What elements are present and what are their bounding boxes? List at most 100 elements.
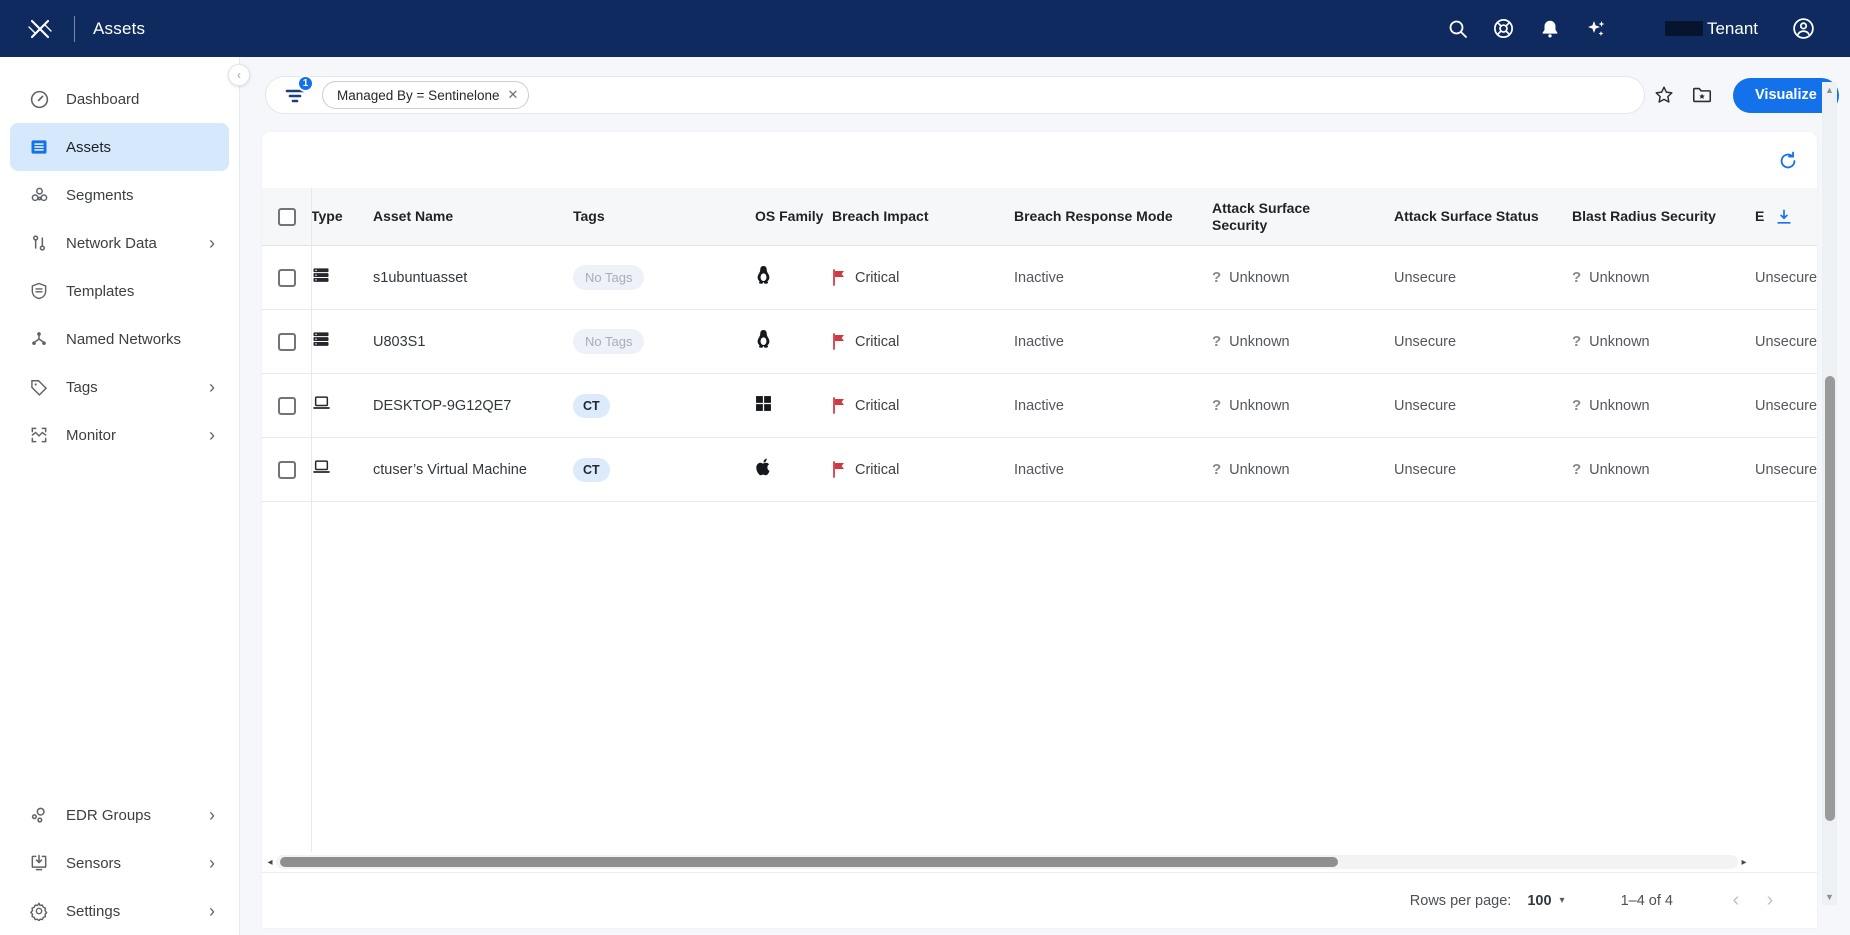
column-header-blast-radius-security[interactable]: Blast Radius Security: [1572, 208, 1755, 225]
scroll-down-arrow-icon[interactable]: ▼: [1822, 889, 1837, 905]
chip-close-icon[interactable]: ✕: [508, 87, 519, 103]
refresh-icon[interactable]: [1777, 150, 1799, 172]
table-header-row: Type Asset Name Tags OS Family Breach Im…: [262, 188, 1817, 246]
row-checkbox[interactable]: [278, 269, 296, 287]
filter-chip[interactable]: Managed By = Sentinelone ✕: [322, 81, 529, 109]
app-window: Assets: [0, 0, 1850, 935]
question-mark-icon: ?: [1212, 461, 1221, 478]
attack-surface-status-cell: Unsecure: [1394, 270, 1456, 286]
table-row[interactable]: s1ubuntuasset No Tags Critical Inactive …: [262, 246, 1817, 310]
linux-os-icon: [755, 329, 772, 354]
chevron-right-icon: ›: [209, 426, 215, 444]
column-header-breach-response-mode[interactable]: Breach Response Mode: [1014, 208, 1212, 225]
server-icon: [311, 265, 331, 290]
export-download-icon[interactable]: [1774, 207, 1794, 227]
column-header-tags[interactable]: Tags: [573, 208, 755, 225]
select-all-checkbox[interactable]: [278, 208, 296, 226]
question-mark-icon: ?: [1212, 333, 1221, 350]
sidebar-item-segments[interactable]: Segments: [10, 171, 229, 219]
sidebar-item-dashboard[interactable]: Dashboard: [10, 75, 229, 123]
tenant-label[interactable]: Tenant: [1707, 19, 1758, 39]
saved-filters-folder-icon[interactable]: [1683, 76, 1721, 114]
sidebar-item-settings[interactable]: Settings ›: [10, 887, 229, 935]
pagination-bar: Rows per page: 100 ▾ 1–4 of 4 ‹ ›: [262, 872, 1817, 928]
sidebar-item-templates[interactable]: Templates: [10, 267, 229, 315]
scroll-right-arrow-icon[interactable]: ▸: [1738, 857, 1750, 868]
page-title: Assets: [93, 19, 145, 39]
topbar-divider: [74, 16, 75, 42]
sidebar-item-edr-groups[interactable]: EDR Groups ›: [10, 791, 229, 839]
clipped-status-cell: Unsecure: [1755, 398, 1817, 414]
chevron-right-icon: ›: [209, 234, 215, 252]
column-header-breach-impact[interactable]: Breach Impact: [832, 208, 1014, 225]
sidebar-item-named-networks[interactable]: Named Networks: [10, 315, 229, 363]
sidebar-item-label: Tags: [66, 379, 209, 396]
laptop-icon: [311, 393, 332, 418]
column-header-clipped[interactable]: E: [1755, 207, 1817, 227]
asset-name[interactable]: s1ubuntuasset: [373, 270, 467, 286]
table-row[interactable]: U803S1 No Tags Critical Inactive ?Unknow…: [262, 310, 1817, 374]
brand-logo-icon[interactable]: [22, 11, 58, 47]
sidebar-item-network-data[interactable]: Network Data ›: [10, 219, 229, 267]
linux-os-icon: [755, 265, 772, 290]
breach-impact-cell: Critical: [832, 461, 1014, 478]
asset-name[interactable]: DESKTOP-9G12QE7: [373, 398, 511, 414]
filter-funnel-icon[interactable]: 1: [282, 82, 308, 108]
attack-surface-status-cell: Unsecure: [1394, 398, 1456, 414]
help-lifebuoy-icon[interactable]: [1481, 9, 1527, 49]
column-header-attack-surface-status[interactable]: Attack Surface Status: [1394, 208, 1572, 225]
star-icon[interactable]: [1645, 76, 1683, 114]
network-data-icon: [28, 232, 50, 254]
sidebar-item-label: Templates: [66, 283, 215, 300]
sidebar-item-label: Settings: [66, 903, 209, 920]
table-row[interactable]: DESKTOP-9G12QE7 CT Critical Inactive ?Un…: [262, 374, 1817, 438]
edr-groups-icon: [28, 804, 50, 826]
horizontal-scrollbar-track[interactable]: [276, 855, 1738, 869]
asset-name[interactable]: ctuser’s Virtual Machine: [373, 462, 527, 478]
horizontal-scrollbar[interactable]: ◂ ▸: [264, 854, 1750, 870]
ai-sparkles-icon[interactable]: [1573, 9, 1619, 49]
assets-icon: [28, 136, 50, 158]
next-page-button[interactable]: ›: [1753, 889, 1787, 912]
no-tags-badge: No Tags: [573, 329, 644, 354]
search-icon[interactable]: [1435, 9, 1481, 49]
sidebar-collapse-button[interactable]: ‹: [228, 64, 250, 86]
column-header-os-family[interactable]: OS Family: [755, 208, 832, 225]
vertical-scrollbar-thumb[interactable]: [1825, 376, 1835, 821]
asset-name[interactable]: U803S1: [373, 334, 425, 350]
critical-flag-icon: [832, 269, 847, 286]
horizontal-scrollbar-thumb[interactable]: [280, 857, 1338, 867]
sidebar-item-sensors[interactable]: Sensors ›: [10, 839, 229, 887]
question-mark-icon: ?: [1212, 397, 1221, 414]
row-checkbox[interactable]: [278, 333, 296, 351]
question-mark-icon: ?: [1572, 333, 1581, 350]
sidebar-item-label: Assets: [66, 139, 215, 156]
filter-chip-label: Managed By = Sentinelone: [337, 88, 500, 103]
scroll-up-arrow-icon[interactable]: ▲: [1822, 82, 1837, 98]
rows-per-page-select[interactable]: 100 ▾: [1527, 893, 1564, 909]
filter-bar[interactable]: 1 Managed By = Sentinelone ✕: [265, 76, 1645, 114]
table-row[interactable]: ctuser’s Virtual Machine CT Critical Ina…: [262, 438, 1817, 502]
account-avatar-icon[interactable]: [1780, 9, 1826, 49]
sidebar-item-label: Monitor: [66, 427, 209, 444]
column-header-asset-name[interactable]: Asset Name: [373, 208, 573, 225]
sidebar-item-assets[interactable]: Assets: [10, 123, 229, 171]
sidebar-item-monitor[interactable]: Monitor ›: [10, 411, 229, 459]
sidebar-item-tags[interactable]: Tags ›: [10, 363, 229, 411]
vertical-scrollbar[interactable]: ▲ ▼: [1822, 82, 1837, 905]
scroll-left-arrow-icon[interactable]: ◂: [264, 857, 276, 868]
filter-count-badge: 1: [297, 75, 314, 92]
attack-surface-security-cell: ?Unknown: [1212, 269, 1394, 286]
critical-flag-icon: [832, 333, 847, 350]
attack-surface-status-cell: Unsecure: [1394, 334, 1456, 350]
column-header-type[interactable]: Type: [311, 208, 373, 225]
blast-radius-security-cell: ?Unknown: [1572, 269, 1755, 286]
previous-page-button[interactable]: ‹: [1719, 889, 1753, 912]
question-mark-icon: ?: [1572, 461, 1581, 478]
notifications-bell-icon[interactable]: [1527, 9, 1573, 49]
row-checkbox[interactable]: [278, 397, 296, 415]
column-header-attack-surface-security[interactable]: Attack Surface Security: [1212, 200, 1394, 234]
pagination-range: 1–4 of 4: [1621, 893, 1673, 909]
row-checkbox[interactable]: [278, 461, 296, 479]
sensors-icon: [28, 852, 50, 874]
